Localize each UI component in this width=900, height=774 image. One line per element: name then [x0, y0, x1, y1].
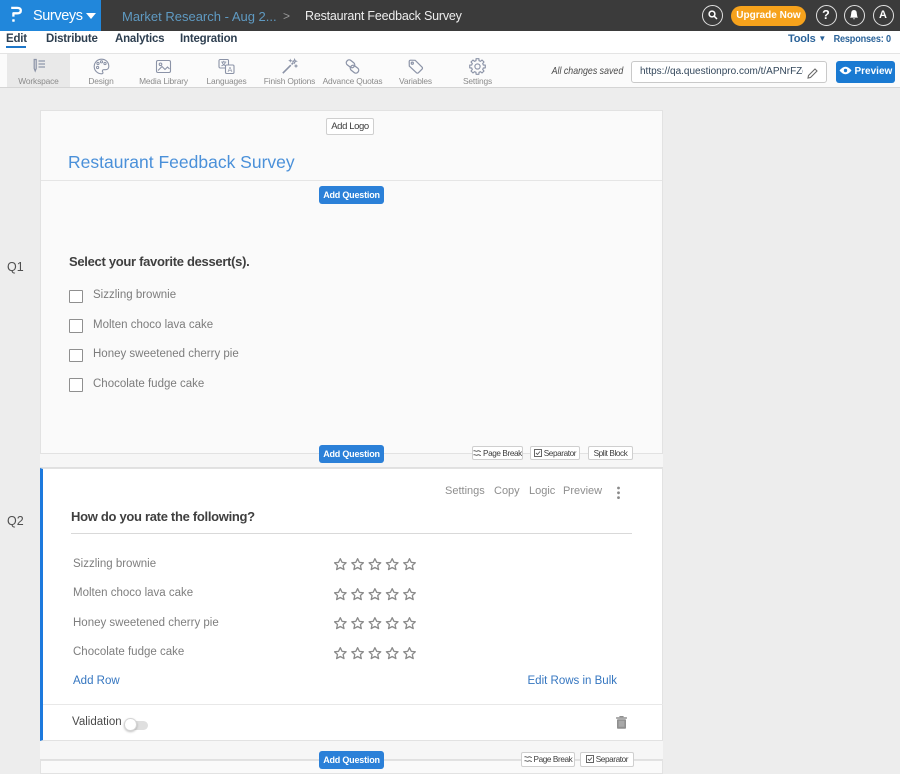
- svg-text:A: A: [228, 67, 233, 74]
